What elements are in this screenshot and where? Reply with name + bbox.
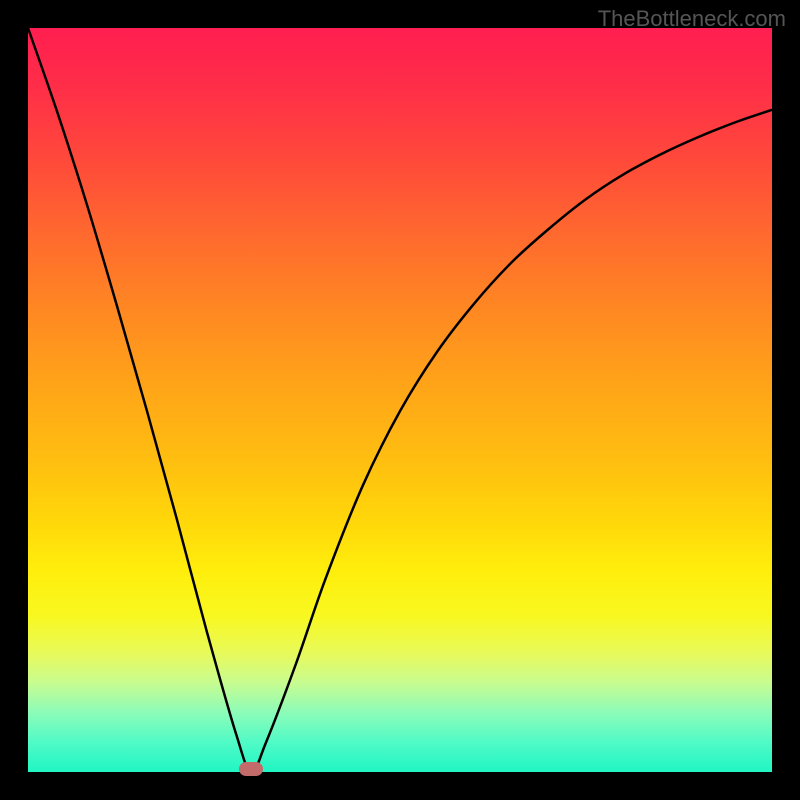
watermark-text: TheBottleneck.com	[598, 6, 786, 32]
minimum-marker	[239, 762, 263, 776]
chart-plot-area	[28, 28, 772, 772]
bottleneck-curve	[28, 28, 772, 772]
